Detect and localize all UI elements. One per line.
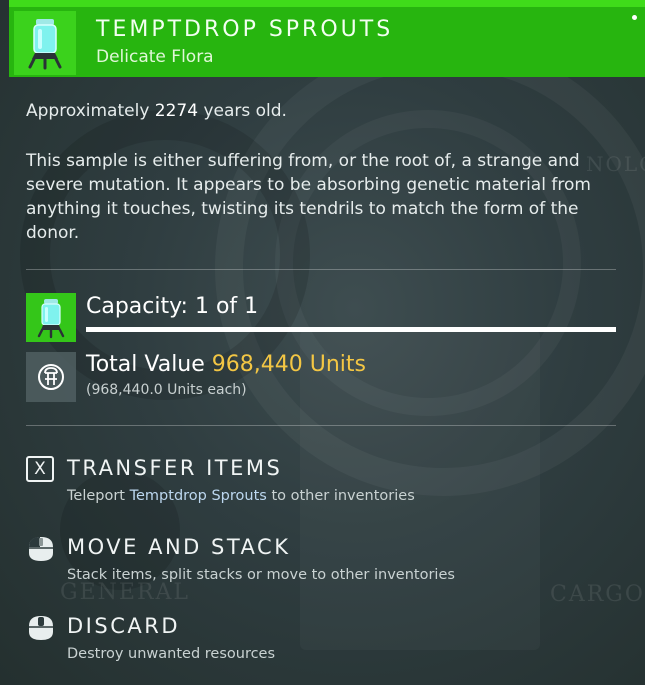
- action-title: TRANSFER ITEMS: [67, 456, 283, 480]
- specimen-jar-icon: [37, 299, 65, 339]
- divider-top: [26, 269, 616, 270]
- capacity-icon-tile: [26, 293, 76, 342]
- action-description: Destroy unwanted resources: [67, 646, 276, 662]
- action-title: DISCARD: [67, 614, 180, 638]
- action-desc-prefix: Teleport: [67, 488, 125, 504]
- capacity-bar-fill: [86, 327, 616, 332]
- total-value: Total Value 968,440 Units: [86, 352, 366, 377]
- action-title: MOVE AND STACK: [67, 535, 291, 559]
- action-description: Teleport Temptdrop Sprouts to other inve…: [67, 488, 415, 504]
- unit-value-each: (968,440.0 Units each): [86, 382, 247, 398]
- item-category: Delicate Flora: [96, 47, 214, 67]
- specimen-jar-icon: [28, 19, 62, 70]
- age-prefix: Approximately: [26, 101, 150, 121]
- total-value-amount: 968,440 Units: [211, 352, 367, 377]
- x-key-icon: X: [26, 456, 58, 486]
- mouse-left-click-icon: [26, 535, 58, 565]
- capacity-label: Capacity: 1 of 1: [86, 294, 259, 319]
- action-description: Stack items, split stacks or move to oth…: [67, 567, 455, 583]
- header-indicator-dot: [632, 15, 637, 20]
- action-desc-suffix: to other inventories: [271, 488, 415, 504]
- units-currency-icon: [38, 364, 64, 390]
- capacity-bar: [86, 327, 616, 332]
- age-value: 2274: [154, 101, 199, 121]
- units-icon-tile: [26, 352, 76, 402]
- background-label-general: GENERAL: [60, 580, 191, 605]
- background-label-cargo: CARGO: [550, 582, 645, 607]
- mouse-middle-click-icon: [26, 614, 58, 644]
- item-age: Approximately 2274 years old.: [26, 101, 287, 121]
- action-desc-highlight: Temptdrop Sprouts: [129, 488, 267, 504]
- age-suffix: years old.: [203, 101, 287, 121]
- divider-bottom: [26, 425, 616, 426]
- total-value-label: Total Value: [86, 352, 205, 377]
- item-icon-tile: [14, 11, 76, 75]
- item-title: TEMPTDROP SPROUTS: [96, 17, 394, 42]
- item-description: This sample is either suffering from, or…: [26, 151, 591, 243]
- item-header: TEMPTDROP SPROUTS Delicate Flora: [9, 0, 645, 77]
